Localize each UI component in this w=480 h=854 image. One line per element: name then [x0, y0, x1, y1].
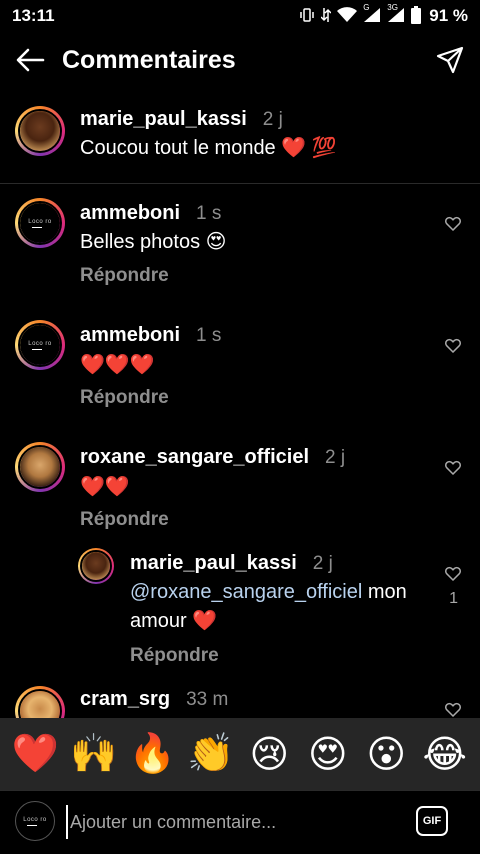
comment-text: Belles photos 😍 — [80, 231, 227, 253]
page-title: Commentaires — [62, 45, 236, 74]
avatar[interactable] — [15, 686, 65, 718]
signal-3g-icon: 3G — [387, 3, 405, 26]
emoji-bar: ❤️ 🙌 🔥 👏 😢 😍 😮 😂 — [0, 718, 480, 790]
like-button[interactable] — [444, 336, 462, 354]
comment-input-bar: Loco ro GIF — [0, 790, 480, 854]
logo-avatar: Loco ro — [20, 203, 60, 243]
wifi-icon — [337, 6, 358, 26]
share-button[interactable] — [434, 44, 466, 76]
comment-header: marie_paul_kassi 2 j — [130, 552, 333, 575]
like-button[interactable] — [444, 700, 462, 718]
timestamp: 33 m — [186, 689, 229, 710]
emoji-surprised-button[interactable]: 😮 — [360, 726, 412, 782]
profile-photo — [20, 447, 60, 487]
username[interactable]: cram_srg — [80, 688, 170, 711]
timestamp: 2 j — [325, 447, 346, 468]
heart-outline-icon — [445, 338, 461, 353]
reply-item: marie_paul_kassi 2 j @roxane_sangare_off… — [0, 544, 480, 676]
battery-icon — [411, 5, 422, 27]
avatar[interactable] — [15, 442, 65, 492]
logo-avatar: Loco ro — [20, 325, 60, 365]
comment-item: roxane_sangare_officiel 2 j ❤️❤️ Répondr… — [0, 428, 480, 544]
username[interactable]: marie_paul_kassi — [80, 108, 247, 131]
emoji-laughing-button[interactable]: 😂 — [419, 726, 471, 782]
username[interactable]: roxane_sangare_officiel — [80, 446, 309, 469]
comment-text-line2: amour ❤️ — [130, 610, 218, 632]
gif-button[interactable]: GIF — [416, 806, 448, 836]
header: Commentaires — [0, 32, 480, 88]
profile-photo — [20, 691, 60, 718]
like-button[interactable] — [444, 214, 462, 232]
network-label: G — [363, 2, 370, 12]
comment-input[interactable] — [66, 805, 386, 839]
timestamp: 2 j — [312, 553, 333, 574]
status-icons: G 3G 91 % — [299, 3, 468, 27]
comment-item: Loco ro ammeboni 1 s ❤️❤️❤️ Répondre — [0, 306, 480, 428]
heart-outline-icon — [445, 460, 461, 475]
caption-header: marie_paul_kassi 2 j — [80, 108, 283, 131]
emoji-fire-button[interactable]: 🔥 — [126, 726, 178, 782]
status-time: 13:11 — [12, 6, 55, 25]
username[interactable]: ammeboni — [80, 202, 180, 225]
comment-header: cram_srg 33 m — [80, 688, 228, 711]
vibrate-icon — [299, 7, 315, 26]
mention-link[interactable]: @roxane_sangare_officiel — [130, 581, 362, 603]
caption-text: Coucou tout le monde ❤️ 💯 — [80, 137, 337, 159]
like-button[interactable] — [444, 458, 462, 476]
emoji-heart-eyes-button[interactable]: 😍 — [302, 726, 354, 782]
reply-button[interactable]: Répondre — [130, 645, 219, 667]
battery-percent: 91 % — [429, 6, 468, 25]
emoji-raised-hands-button[interactable]: 🙌 — [68, 726, 120, 782]
send-icon — [436, 46, 464, 74]
emoji-heart-button[interactable]: ❤️ — [9, 726, 61, 782]
comment-header: ammeboni 1 s — [80, 202, 221, 225]
caption: marie_paul_kassi 2 j Coucou tout le mond… — [0, 96, 480, 184]
like-button[interactable] — [444, 564, 462, 582]
timestamp: 1 s — [196, 203, 222, 224]
timestamp: 2 j — [262, 109, 283, 130]
data-transfer-icon — [320, 7, 332, 26]
avatar[interactable]: Loco ro — [15, 198, 65, 248]
heart-outline-icon — [445, 216, 461, 231]
username[interactable]: marie_paul_kassi — [130, 552, 297, 575]
current-user-avatar: Loco ro — [15, 801, 55, 841]
network2-label: 3G — [387, 2, 398, 12]
timestamp: 1 s — [196, 325, 222, 346]
comment-text: ❤️❤️ — [80, 476, 130, 498]
like-count: 1 — [449, 590, 458, 607]
profile-photo — [82, 552, 110, 580]
avatar[interactable]: Loco ro — [15, 320, 65, 370]
arrow-left-icon — [16, 48, 45, 72]
status-bar: 13:11 G 3G 91 % — [0, 0, 480, 32]
comment-item: Loco ro ammeboni 1 s Belles photos 😍 Rép… — [0, 184, 480, 306]
avatar[interactable] — [78, 548, 114, 584]
comment-text: @roxane_sangare_officiel mon — [130, 578, 407, 607]
comment-text-part: mon — [362, 581, 407, 603]
back-button[interactable] — [0, 32, 60, 88]
emoji-crying-button[interactable]: 😢 — [243, 726, 295, 782]
heart-outline-icon — [445, 702, 461, 717]
heart-outline-icon — [445, 566, 461, 581]
comment-item: cram_srg 33 m — [0, 676, 480, 718]
avatar[interactable] — [15, 106, 65, 156]
reply-button[interactable]: Répondre — [80, 265, 169, 287]
username[interactable]: ammeboni — [80, 324, 180, 347]
signal-g-icon: G — [363, 3, 381, 26]
reply-button[interactable]: Répondre — [80, 387, 169, 409]
emoji-clap-button[interactable]: 👏 — [185, 726, 237, 782]
reply-button[interactable]: Répondre — [80, 509, 169, 531]
profile-photo — [20, 111, 60, 151]
comment-text: ❤️❤️❤️ — [80, 354, 155, 376]
comment-header: ammeboni 1 s — [80, 324, 221, 347]
comment-header: roxane_sangare_officiel 2 j — [80, 446, 345, 469]
